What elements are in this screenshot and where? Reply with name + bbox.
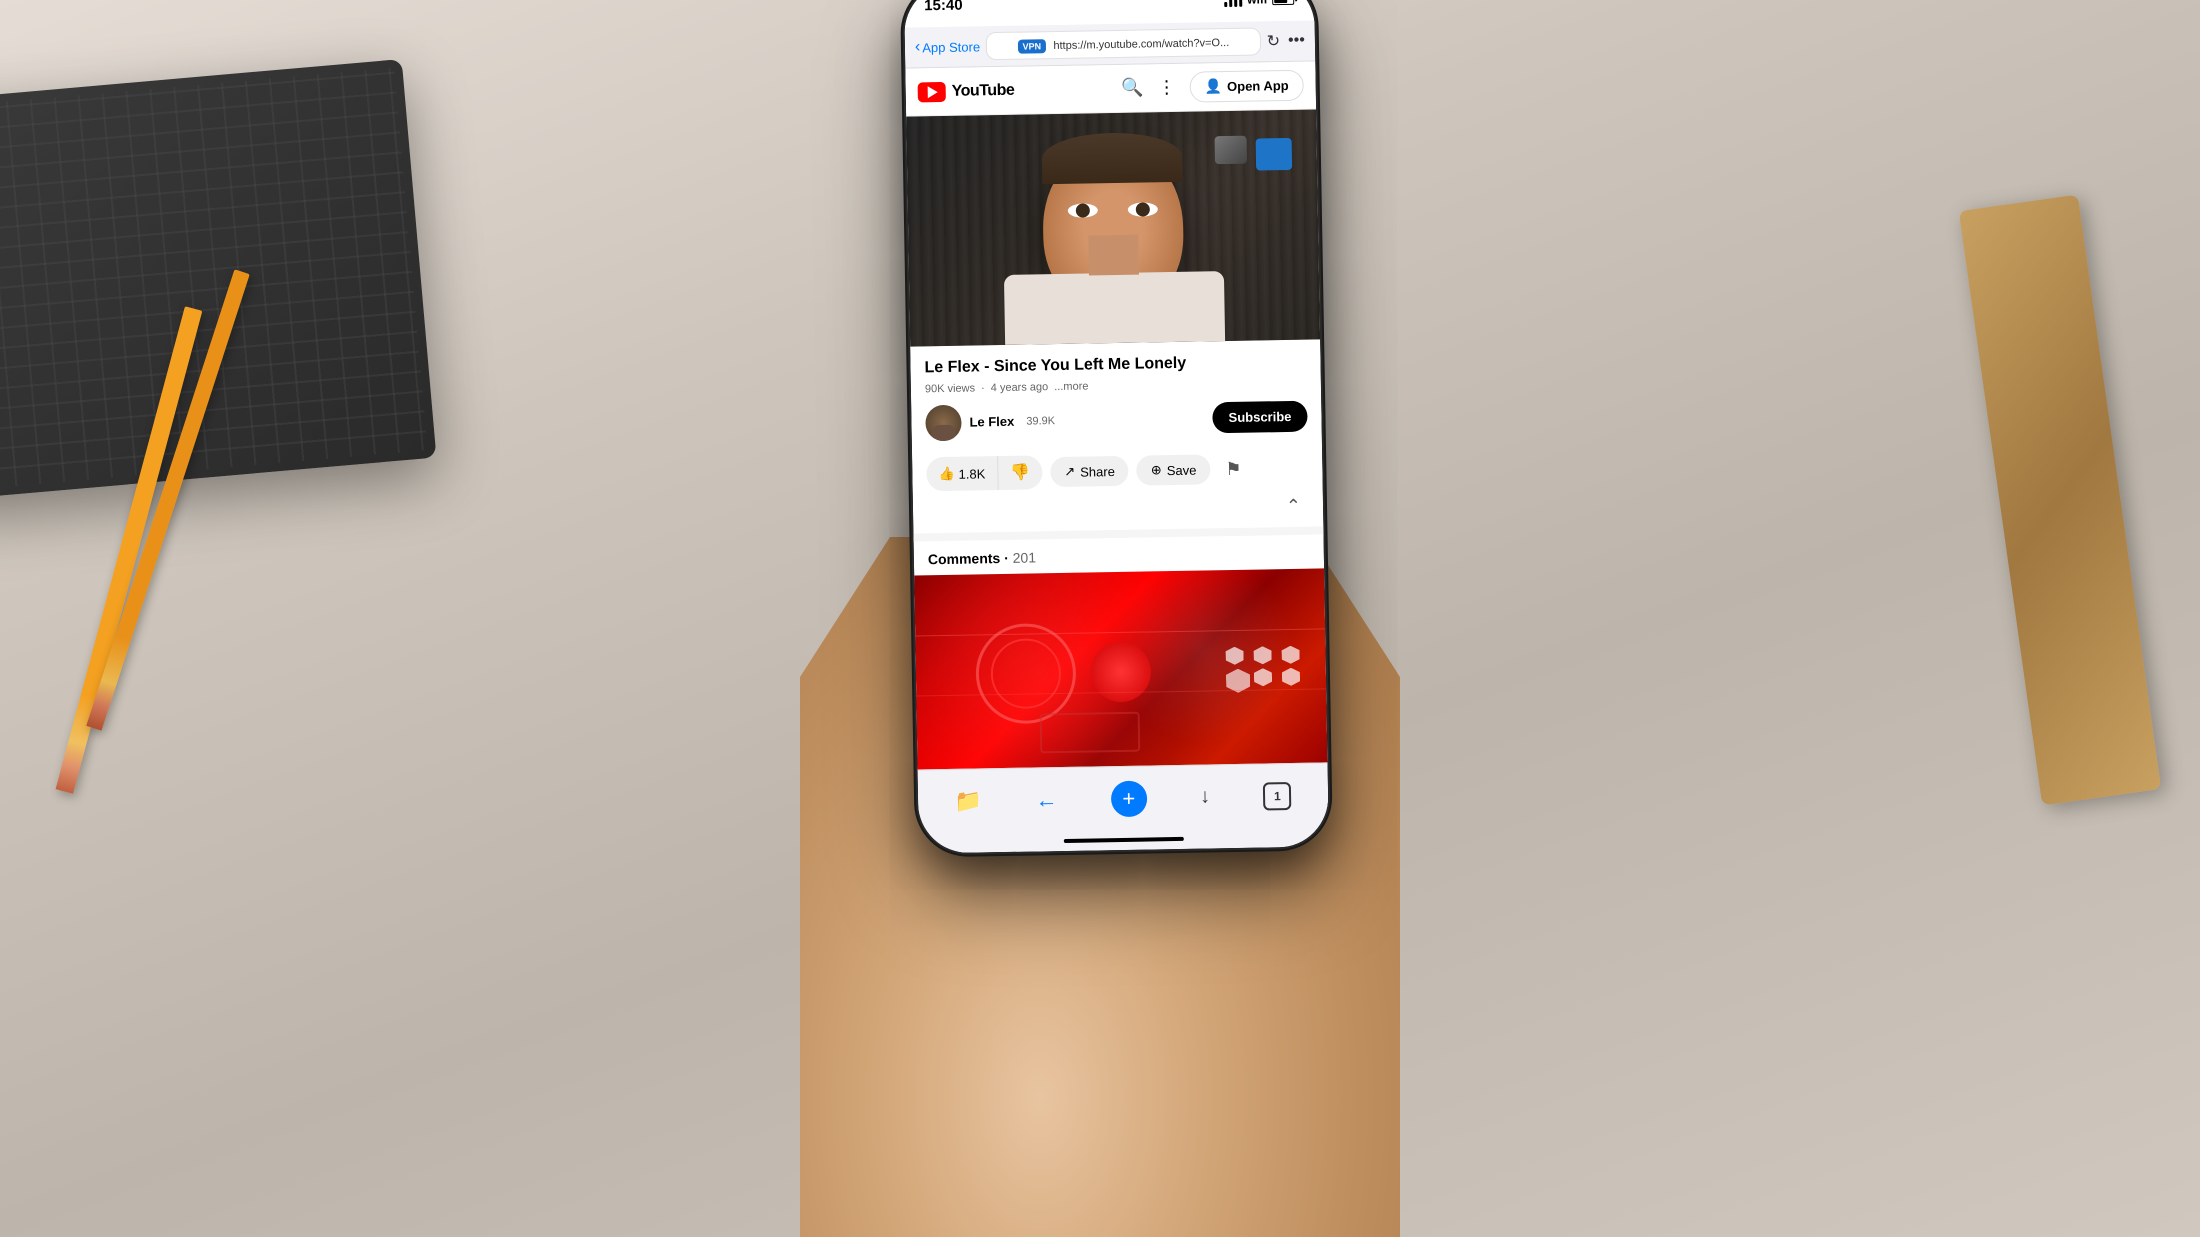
- safari-bottom-bar: 📁 ← + ↓ 1: [918, 762, 1329, 853]
- phone-container: 15:40 wifi: [904, 0, 1329, 854]
- comments-section: Comments · 201: [913, 526, 1324, 575]
- signal-bars: [1224, 0, 1242, 7]
- url-text: https://m.youtube.com/watch?v=O...: [1053, 37, 1229, 52]
- comments-header: Comments · 201: [928, 549, 1036, 567]
- tech-line-1: [915, 628, 1325, 636]
- subscribe-button[interactable]: Subscribe: [1212, 401, 1307, 434]
- tab-count: 1: [1274, 789, 1281, 803]
- video-meta: 90K views · 4 years ago ...more: [925, 376, 1307, 395]
- comments-count: 201: [1013, 549, 1037, 565]
- back-button[interactable]: ‹ App Store: [915, 37, 980, 56]
- open-app-label: Open App: [1227, 78, 1289, 94]
- youtube-logo-icon: [918, 81, 946, 101]
- like-button[interactable]: 👍 1.8K: [926, 458, 997, 489]
- channel-name[interactable]: Le Flex: [969, 414, 1014, 430]
- youtube-play-triangle: [928, 86, 938, 98]
- safari-toolbar: 📁 ← + ↓ 1: [918, 763, 1329, 833]
- shirt: [1004, 271, 1225, 345]
- tech-lines: [914, 568, 1327, 775]
- channel-avatar[interactable]: [925, 405, 962, 442]
- back-nav-button[interactable]: ←: [1035, 787, 1057, 813]
- tech-line-2: [916, 688, 1326, 696]
- person-icon: 👤: [1204, 78, 1222, 95]
- action-row: 👍 1.8K 👎 ↗ Share: [926, 444, 1309, 500]
- search-icon[interactable]: 🔍: [1121, 77, 1144, 98]
- channel-left: Le Flex 39.9K: [925, 403, 1055, 441]
- comments-label: Comments: [928, 550, 1001, 567]
- like-icon: 👍: [938, 466, 954, 482]
- next-video-thumbnail[interactable]: [914, 568, 1327, 775]
- left-eye: [1068, 203, 1098, 218]
- share-icon: ↗: [1064, 464, 1075, 480]
- youtube-logo-area: YouTube: [918, 80, 1015, 102]
- comments-dot: ·: [1004, 550, 1013, 566]
- reload-button[interactable]: ↻: [1267, 31, 1281, 51]
- youtube-header-actions: 🔍 ⋮ 👤 Open App: [1121, 70, 1304, 104]
- flag-button[interactable]: ⚑: [1218, 452, 1249, 488]
- back-arrow-icon: ‹: [915, 38, 921, 56]
- wifi-icon: wifi: [1247, 0, 1267, 7]
- hair: [1041, 132, 1182, 184]
- channel-row: Le Flex 39.9K Subscribe: [925, 398, 1308, 441]
- browser-actions: ↻ •••: [1267, 31, 1306, 52]
- phone: 15:40 wifi: [904, 0, 1329, 854]
- signal-bar-3: [1234, 0, 1237, 7]
- scene: 15:40 wifi: [0, 0, 2200, 1237]
- like-count: 1.8K: [958, 466, 985, 481]
- download-button[interactable]: ↓: [1200, 785, 1210, 808]
- browser-bar: ‹ App Store VPN https://m.youtube.com/wa…: [905, 20, 1316, 68]
- vpn-badge: VPN: [1017, 39, 1046, 53]
- url-bar[interactable]: VPN https://m.youtube.com/watch?v=O...: [986, 27, 1261, 60]
- home-bar: [1064, 837, 1184, 843]
- signal-bar-4: [1239, 0, 1242, 7]
- right-eye: [1128, 202, 1158, 217]
- save-button[interactable]: ⊕ Save: [1137, 455, 1211, 486]
- more-link[interactable]: ...more: [1054, 380, 1088, 393]
- expand-button[interactable]: ⌃: [1278, 493, 1310, 519]
- right-pupil: [1136, 202, 1150, 216]
- new-tab-button[interactable]: +: [1110, 780, 1147, 817]
- app-store-link: App Store: [922, 39, 980, 55]
- save-icon: ⊕: [1151, 463, 1162, 479]
- channel-subs: 39.9K: [1026, 415, 1055, 427]
- files-icon[interactable]: 📁: [955, 788, 983, 814]
- signal-bar-1: [1224, 2, 1227, 7]
- more-button[interactable]: •••: [1288, 32, 1305, 50]
- share-label: Share: [1080, 464, 1115, 480]
- video-title: Le Flex - Since You Left Me Lonely: [924, 352, 1306, 379]
- keyboard: [0, 59, 436, 501]
- video-info: Le Flex - Since You Left Me Lonely 90K v…: [910, 339, 1323, 533]
- youtube-wordmark: YouTube: [952, 81, 1015, 100]
- share-button[interactable]: ↗ Share: [1050, 456, 1129, 487]
- video-age: 4 years ago: [991, 381, 1049, 394]
- neck: [1088, 235, 1139, 276]
- battery-fill: [1274, 0, 1287, 3]
- desktop-icon-hdd: [1215, 136, 1247, 165]
- open-app-button[interactable]: 👤 Open App: [1189, 70, 1304, 103]
- view-count: 90K views: [925, 382, 975, 395]
- save-label: Save: [1167, 462, 1197, 478]
- signal-bar-2: [1229, 0, 1232, 7]
- youtube-header: YouTube 🔍 ⋮ 👤 Open App: [905, 61, 1316, 116]
- separator: ·: [981, 382, 985, 394]
- expand-area: ⌃: [927, 493, 1309, 525]
- desktop-icon-folder: [1256, 138, 1293, 171]
- phone-screen: 15:40 wifi: [904, 0, 1329, 854]
- status-time: 15:40: [924, 0, 963, 14]
- like-dislike-group: 👍 1.8K 👎: [926, 456, 1042, 492]
- tab-count-button[interactable]: 1: [1263, 782, 1291, 810]
- dislike-button[interactable]: 👎: [997, 456, 1043, 491]
- status-icons: wifi: [1224, 0, 1294, 7]
- dislike-icon: 👎: [1010, 465, 1030, 482]
- menu-icon[interactable]: ⋮: [1157, 77, 1175, 98]
- tech-box: [1040, 711, 1141, 753]
- video-thumbnail[interactable]: [906, 109, 1320, 346]
- left-pupil: [1076, 203, 1090, 217]
- battery-icon: [1272, 0, 1294, 5]
